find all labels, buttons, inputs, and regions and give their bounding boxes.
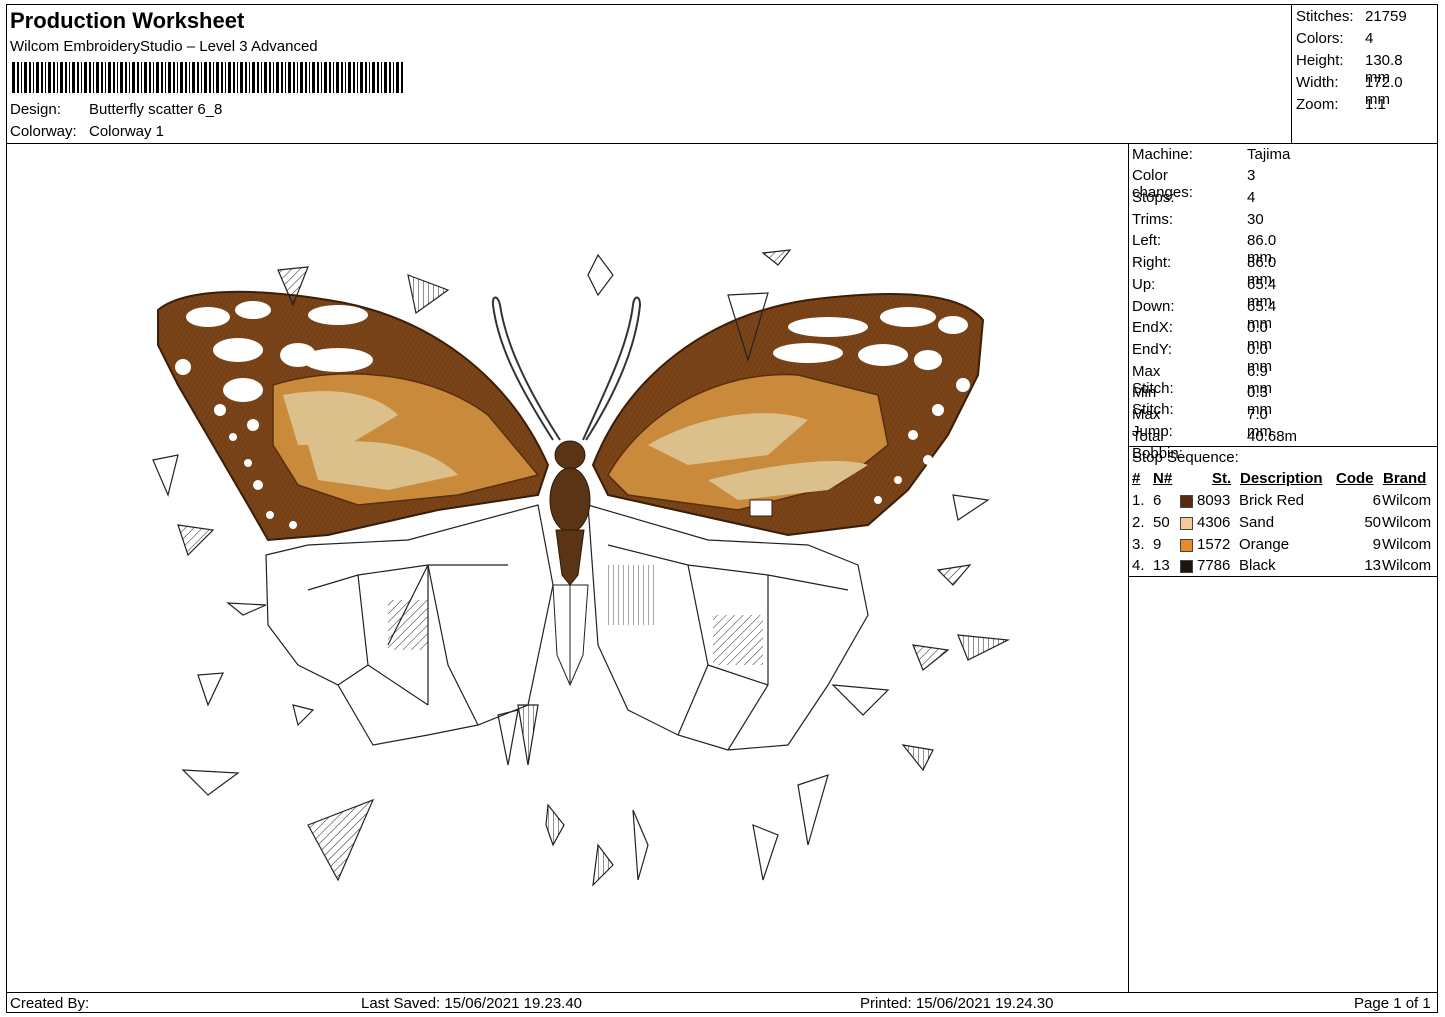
design-label: Design: xyxy=(10,101,61,118)
upper-wing-right xyxy=(591,293,985,537)
col-header-description: Description xyxy=(1240,470,1323,487)
lower-wing-right xyxy=(587,504,869,751)
summary-divider xyxy=(1291,4,1292,144)
thread-color-swatch xyxy=(1180,495,1193,508)
table-row: 3. 9 1572 Orange 9 Wilcom xyxy=(1132,536,1432,553)
col-header-brand: Brand xyxy=(1383,470,1427,487)
thread-color-swatch xyxy=(1180,560,1193,573)
embroidery-design-preview xyxy=(152,249,1011,887)
created-by: Created By: xyxy=(10,995,90,1012)
page-title: Production Worksheet xyxy=(10,8,245,33)
thread-color-swatch xyxy=(1180,539,1193,552)
thread-color-swatch xyxy=(1180,517,1193,530)
stop-sequence-title: Stop Sequence: xyxy=(1132,449,1239,466)
col-header-index: # xyxy=(1132,470,1141,487)
last-saved: Last Saved: 15/06/2021 19.23.40 xyxy=(361,995,583,1012)
printed-date: Printed: 15/06/2021 19.24.30 xyxy=(860,995,1054,1012)
header-divider xyxy=(6,143,1438,144)
colorway-label: Colorway: xyxy=(10,123,77,140)
footer-divider xyxy=(6,992,1438,993)
colorway-value: Colorway 1 xyxy=(89,123,165,140)
table-row: 4. 13 7786 Black 13 Wilcom xyxy=(1132,557,1432,574)
software-name: Wilcom EmbroideryStudio – Level 3 Advanc… xyxy=(10,38,318,55)
col-header-code: Code xyxy=(1336,470,1374,487)
table-row: 2. 50 4306 Sand 50 Wilcom xyxy=(1132,514,1432,531)
design-value: Butterfly scatter 6_8 xyxy=(89,101,223,118)
page-number: Page 1 of 1 xyxy=(1354,995,1431,1012)
upper-wing-left xyxy=(157,290,550,542)
col-header-needle: N# xyxy=(1153,470,1173,487)
col-header-stitches: St. xyxy=(1212,470,1232,487)
barcode xyxy=(12,62,403,93)
table-row: 1. 6 8093 Brick Red 6 Wilcom xyxy=(1132,492,1432,509)
